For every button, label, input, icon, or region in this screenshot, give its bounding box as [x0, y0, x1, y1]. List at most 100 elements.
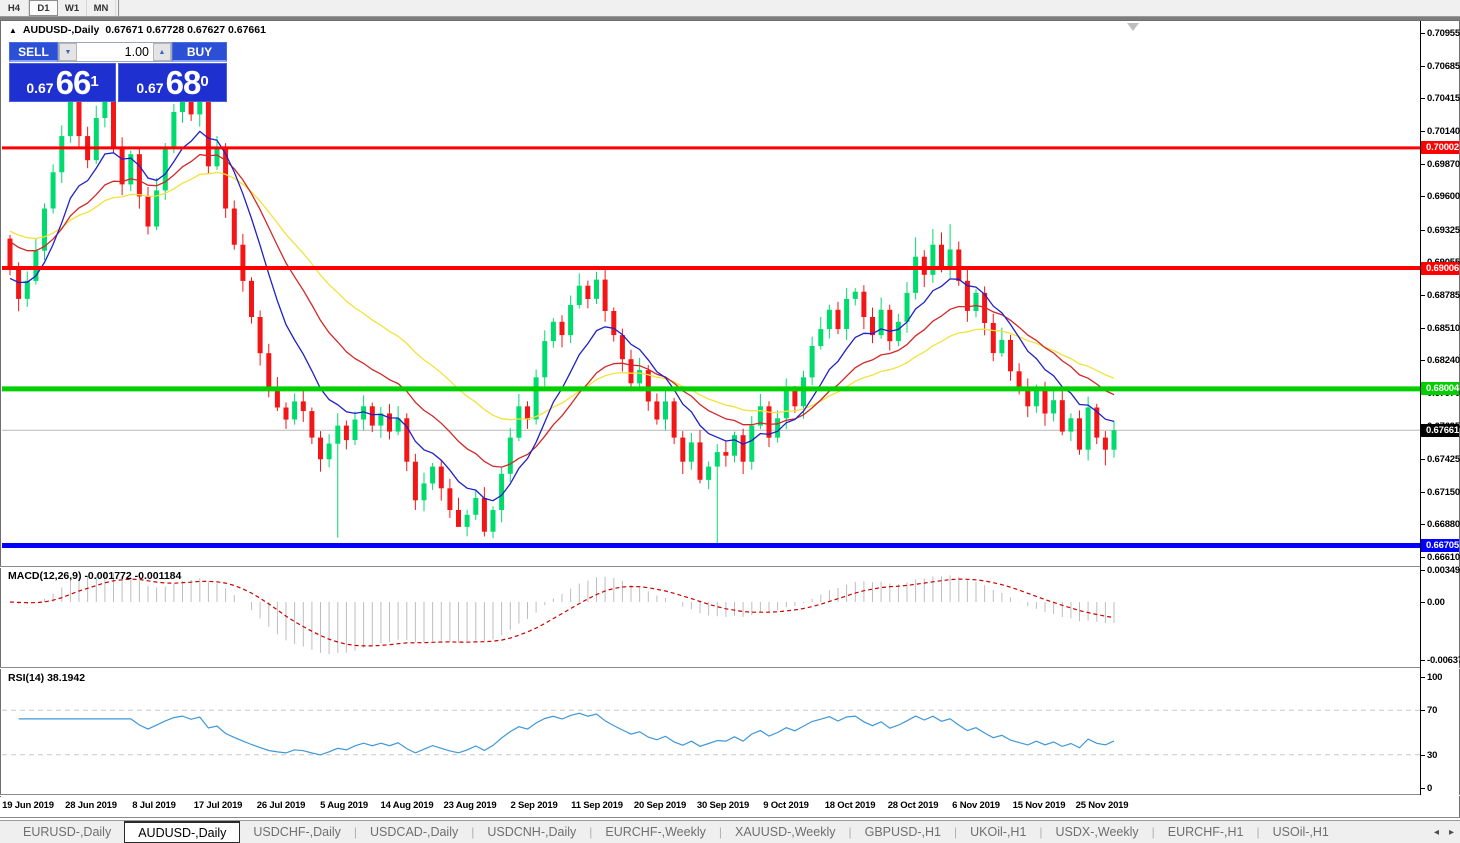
sell-price-main: 66 — [56, 68, 91, 98]
candle — [732, 432, 737, 463]
candle — [456, 498, 461, 527]
symbol-tab-usoil-h1[interactable]: USOil-,H1 — [1260, 821, 1342, 843]
timeframe-button-d1[interactable]: D1 — [29, 0, 58, 16]
timeframe-toolbar: H4D1W1MN — [0, 0, 1460, 17]
rsi-indicator-label: RSI(14) 38.1942 — [8, 672, 85, 684]
date-axis-label: 11 Sep 2019 — [562, 800, 632, 811]
tab-scroll-left-icon[interactable]: ◂ — [1434, 827, 1439, 838]
candle — [1103, 431, 1108, 465]
macd-axis-label: 0.00 — [1427, 597, 1445, 608]
symbol-tab-eurusd-daily[interactable]: EURUSD-,Daily — [10, 821, 124, 843]
chart-title-ohlc: 0.67671 0.67728 0.67627 0.67661 — [105, 24, 266, 36]
candle — [422, 473, 427, 512]
candle — [853, 288, 858, 305]
toolbar-separator — [116, 0, 120, 16]
candle — [439, 460, 444, 501]
price-axis-tick — [1421, 524, 1425, 525]
symbol-tab-eurchf-h1[interactable]: EURCHF-,H1 — [1155, 821, 1257, 843]
symbol-tab-audusd-daily[interactable]: AUDUSD-,Daily — [124, 821, 240, 843]
date-axis-label: 30 Sep 2019 — [688, 800, 758, 811]
candle — [827, 305, 832, 339]
rsi-panel-canvas[interactable] — [2, 670, 1420, 795]
date-axis-label: 14 Aug 2019 — [372, 800, 442, 811]
collapse-triangle-icon[interactable]: ▲ — [9, 26, 17, 35]
date-axis-label: 25 Nov 2019 — [1067, 800, 1137, 811]
price-axis-label: 0.70955 — [1427, 28, 1460, 39]
symbol-tab-usdcnh-daily[interactable]: USDCNH-,Daily — [474, 821, 589, 843]
buy-button[interactable]: BUY — [172, 42, 227, 62]
chart-shift-marker-icon[interactable] — [1127, 23, 1139, 31]
symbol-tab-usdx-weekly[interactable]: USDX-,Weekly — [1043, 821, 1152, 843]
date-axis[interactable]: 19 Jun 201928 Jun 20198 Jul 201917 Jul 2… — [0, 797, 1420, 817]
candle — [965, 270, 970, 322]
timeframe-button-w1[interactable]: W1 — [58, 0, 87, 16]
candle — [870, 308, 875, 344]
candle — [25, 271, 30, 307]
symbol-tab-gbpusd-h1[interactable]: GBPUSD-,H1 — [852, 821, 954, 843]
candle — [861, 285, 866, 329]
candle — [672, 398, 677, 444]
candle — [1112, 421, 1117, 458]
price-axis-label: 0.69600 — [1427, 191, 1460, 202]
candle — [353, 412, 358, 446]
price-axis-tick — [1421, 295, 1425, 296]
main-macd-divider[interactable] — [0, 566, 1460, 568]
rsi-axis-label: 0 — [1427, 783, 1432, 794]
candle — [723, 441, 728, 466]
macd-panel-canvas[interactable] — [2, 568, 1420, 668]
macd-axis-tick — [1421, 660, 1425, 661]
chart-title-symbol: AUDUSD-,Daily — [23, 24, 99, 36]
sell-price-button[interactable]: 0.67 66 1 — [9, 63, 116, 102]
price-axis-tick — [1421, 459, 1425, 460]
candle — [844, 288, 849, 340]
rsi-axis-label: 70 — [1427, 705, 1437, 716]
buy-price-button[interactable]: 0.67 68 0 — [118, 63, 227, 102]
candle — [775, 410, 780, 442]
volume-decrease-button[interactable]: ▼ — [59, 43, 77, 61]
candle — [404, 413, 409, 471]
candle — [120, 137, 125, 195]
symbol-tab-xauusd-weekly[interactable]: XAUUSD-,Weekly — [722, 821, 848, 843]
price-axis-label: 0.66610 — [1427, 552, 1460, 563]
candle — [508, 428, 513, 482]
symbol-tab-usdcad-daily[interactable]: USDCAD-,Daily — [357, 821, 471, 843]
price-axis-label: 0.68785 — [1427, 290, 1460, 301]
candle — [491, 506, 496, 538]
candle — [930, 229, 935, 283]
candle — [715, 444, 720, 545]
tab-scroll-right-icon[interactable]: ▸ — [1449, 827, 1454, 838]
volume-input[interactable]: 1.00 — [77, 43, 153, 61]
timeframe-button-h4[interactable]: H4 — [0, 0, 29, 16]
candle — [603, 269, 608, 322]
candle — [292, 394, 297, 425]
macd-rsi-divider[interactable] — [0, 667, 1460, 669]
rsi-axis-tick — [1421, 677, 1425, 678]
volume-increase-button[interactable]: ▲ — [153, 43, 171, 61]
candle — [309, 408, 314, 445]
price-axis-label: 0.69870 — [1427, 159, 1460, 170]
price-axis-label: 0.69325 — [1427, 225, 1460, 236]
candle — [991, 314, 996, 362]
symbol-tab-ukoil-h1[interactable]: UKOil-,H1 — [957, 821, 1039, 843]
candle — [473, 490, 478, 520]
symbol-tab-usdchf-daily[interactable]: USDCHF-,Daily — [240, 821, 354, 843]
timeframe-button-mn[interactable]: MN — [87, 0, 116, 16]
candle — [1025, 379, 1030, 418]
candle — [516, 394, 521, 441]
symbol-tab-eurchf-weekly[interactable]: EURCHF-,Weekly — [592, 821, 718, 843]
candle — [680, 431, 685, 474]
candle — [698, 430, 703, 483]
level-price-marker: 0.70002 — [1421, 141, 1459, 154]
candle — [879, 298, 884, 339]
candle — [240, 234, 245, 292]
candle — [689, 433, 694, 470]
macd-axis-label: 0.00349 — [1427, 565, 1460, 576]
date-axis-label: 15 Nov 2019 — [1004, 800, 1074, 811]
price-chart-canvas[interactable] — [2, 21, 1420, 566]
price-axis-tick — [1421, 328, 1425, 329]
date-axis-label: 28 Jun 2019 — [56, 800, 126, 811]
sell-button[interactable]: SELL — [9, 42, 58, 62]
candle — [836, 302, 841, 334]
window-bottom-divider — [0, 817, 1460, 819]
candle — [887, 305, 892, 351]
